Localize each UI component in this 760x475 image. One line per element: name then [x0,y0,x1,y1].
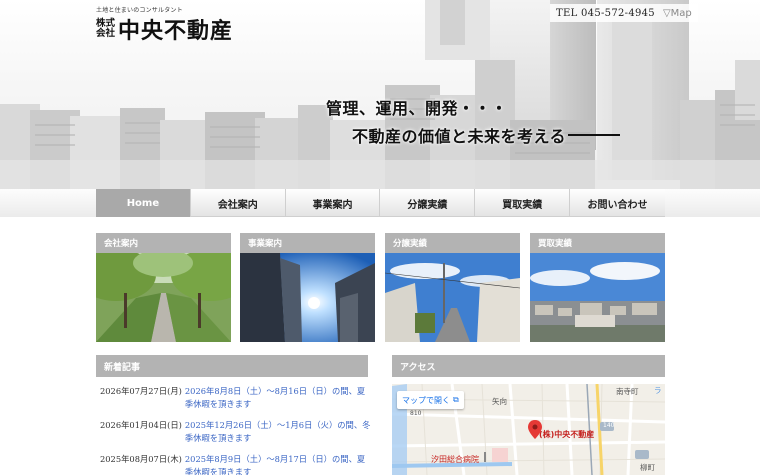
residential-street-photo [385,253,520,342]
hero-banner: 土地と住まいのコンサルタント 株式 会社 中央不動産 TEL 045-572-4… [0,0,760,190]
news-item: 2026年01月04日(日) 2025年12月26日（土）～1月6日（火）の間、… [96,419,372,444]
news-item: 2025年08月07日(木) 2025年8月9日（土）～8月17日（日）の間、夏… [96,453,372,475]
office-towers-photo [240,253,375,342]
hero-catchphrase: 管理、運用、開発・・・ 不動産の価値と未来を考える [326,95,621,147]
map-place-label: (株)中央不動産 [539,430,595,439]
access-heading: アクセス [392,355,665,377]
tree-lined-road-photo [96,253,231,342]
catchphrase-line-2: 不動産の価値と未来を考える [352,123,621,147]
cityscape-view-photo [530,253,665,342]
news-link[interactable]: 2025年12月26日（土）～1月6日（火）の間、冬季休暇を頂きます [185,419,372,444]
news-link[interactable]: 2025年8月9日（土）～8月17日（日）の間、夏季休暇を頂きます [185,453,372,475]
news-item: 2026年07月27日(月) 2026年8月8日（土）～8月16日（日）の間、夏… [96,385,372,410]
map-hospital-label: 汐田総合病院 [431,455,479,464]
card-business[interactable]: 事業案内 [240,233,375,342]
news-date: 2026年07月27日(月) [100,386,182,396]
catchphrase-dash [568,134,621,136]
map-label-yamuko: 矢向 [492,397,507,406]
card-sales-results[interactable]: 分譲実績 [385,233,520,342]
map-link[interactable]: ▽Map [663,8,692,19]
card-title: 買取実績 [530,233,665,253]
news-date: 2025年08月07日(木) [100,454,182,464]
phone-number: TEL 045-572-4945 [556,7,655,19]
card-title: 会社案内 [96,233,231,253]
news-list: 2026年07月27日(月) 2026年8月8日（土）～8月16日（日）の間、夏… [96,385,372,475]
company-logo[interactable]: 株式 会社 中央不動産 [96,13,233,45]
map-label-ra: ラ [654,386,662,395]
logo-corporation-mark: 株式 会社 [96,18,116,39]
open-in-maps-button[interactable]: マップで開く ⧉ [397,391,464,409]
nav-company[interactable]: 会社案内 [191,189,286,217]
news-heading: 新着記事 [96,355,368,377]
news-date: 2026年01月04日(日) [100,420,182,430]
card-title: 分譲実績 [385,233,520,253]
nav-business[interactable]: 事業案内 [286,189,381,217]
catchphrase-line-1: 管理、運用、開発・・・ [326,99,508,118]
company-name: 中央不動産 [118,18,234,44]
card-purchase-results[interactable]: 買取実績 [530,233,665,342]
nav-contact[interactable]: お問い合わせ [570,189,665,217]
external-link-icon: ⧉ [453,395,459,404]
news-link[interactable]: 2026年8月8日（土）～8月16日（日）の間、夏季休暇を頂きます [185,385,372,410]
map-label-route: 140 [603,422,615,429]
access-map[interactable]: マップで開く ⧉ 南寺町 矢向 柳町 140 ラ 810 (株)中央不動産 汐田… [392,384,665,475]
map-label-yanagi: 柳町 [640,463,655,472]
card-title: 事業案内 [240,233,375,253]
nav-sales-results[interactable]: 分譲実績 [380,189,476,217]
card-company[interactable]: 会社案内 [96,233,231,342]
nav-home[interactable]: Home [96,189,191,217]
map-label-minamiteramachi: 南寺町 [616,387,639,396]
map-label-810: 810 [410,410,422,417]
contact-bar: TEL 045-572-4945 ▽Map [550,4,698,22]
main-navigation: Home 会社案内 事業案内 分譲実績 買取実績 お問い合わせ [96,189,665,217]
nav-purchase-results[interactable]: 買取実績 [475,189,571,217]
